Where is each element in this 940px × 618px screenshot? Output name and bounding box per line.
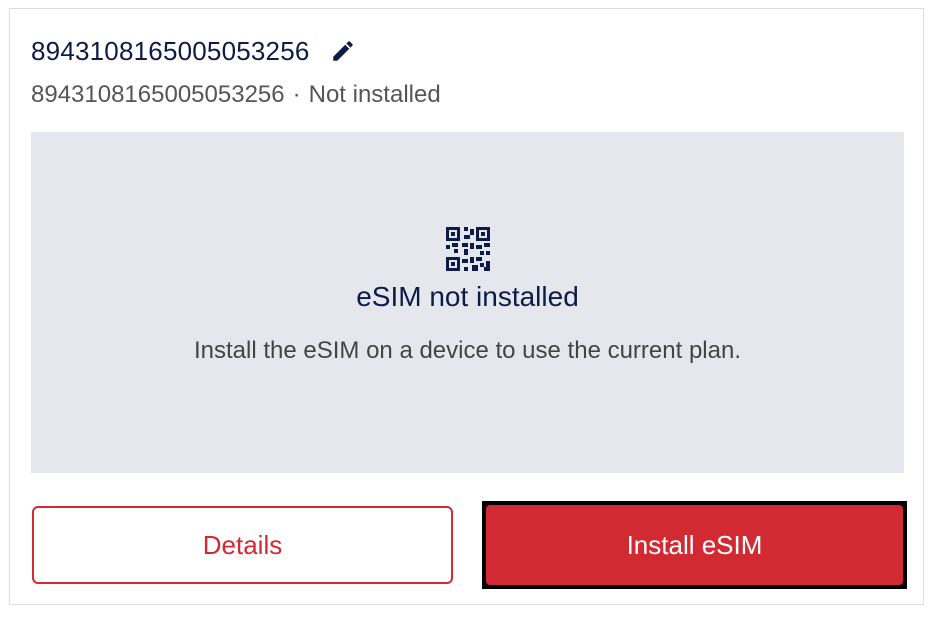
sim-title-row: 8943108165005053256 <box>31 33 358 69</box>
qr-code-icon <box>445 227 490 271</box>
install-esim-button[interactable]: Install eSIM <box>486 505 903 585</box>
sim-iccid: 8943108165005053256 <box>31 81 285 108</box>
panel-title: eSIM not installed <box>356 281 579 312</box>
esim-card: 8943108165005053256 8943108165005053256 … <box>9 8 924 605</box>
details-button[interactable]: Details <box>32 506 453 584</box>
panel-description: Install the eSIM on a device to use the … <box>194 337 741 364</box>
sim-name: 8943108165005053256 <box>31 35 310 66</box>
sim-status: Not installed <box>308 81 441 108</box>
not-installed-panel: eSIM not installed Install the eSIM on a… <box>31 132 904 473</box>
pencil-icon <box>332 41 353 61</box>
sim-subtitle: 8943108165005053256 · Not installed <box>31 81 441 109</box>
edit-name-button[interactable] <box>328 36 358 66</box>
subtitle-separator: · <box>292 81 301 108</box>
